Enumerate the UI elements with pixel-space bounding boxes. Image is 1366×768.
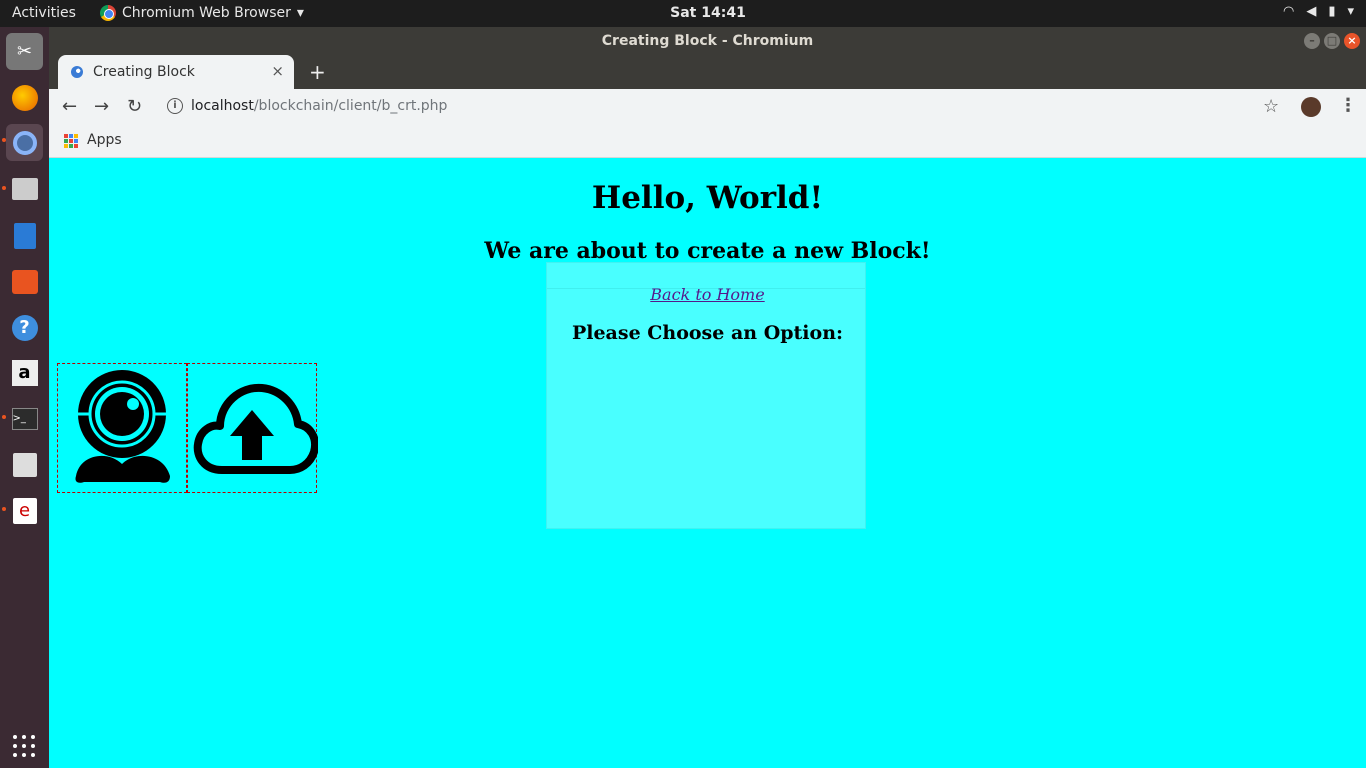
clock[interactable]: Sat 14:41 [0,5,1366,21]
new-tab-button[interactable]: + [309,60,326,84]
back-to-home-link[interactable]: Back to Home [650,285,764,304]
show-applications-button[interactable] [13,735,35,757]
favicon-icon [71,66,83,78]
more-menu-icon[interactable]: ⋮ [1339,95,1357,116]
tab-strip: Creating Block × + [49,55,1366,89]
dock-chromium[interactable] [6,124,43,161]
dock-writer[interactable] [6,217,43,254]
volume-icon: ◀ [1306,4,1317,19]
bookmarks-bar: Apps [49,125,1366,158]
software-bag-icon [11,269,38,294]
dock-firefox[interactable] [6,79,43,116]
dock-text-editor[interactable] [6,446,43,483]
url-host: localhost [191,98,254,114]
apps-grid-icon[interactable] [64,134,78,148]
reload-icon[interactable]: ↻ [127,96,142,117]
page-heading: Hello, World! [591,180,824,216]
page-subheading: We are about to create a new Block! [484,238,931,264]
profile-avatar[interactable] [1301,97,1321,117]
upload-option-button[interactable] [187,363,318,493]
help-icon: ? [11,314,38,341]
address-bar[interactable]: i localhost/blockchain/client/b_crt.php [159,92,1256,122]
wifi-icon: ◠ [1282,4,1295,19]
dock-screenshot-tool[interactable]: ✂ [6,33,43,70]
apps-bookmark[interactable]: Apps [87,132,122,148]
document-icon [13,222,36,249]
document-viewer-icon: e [12,497,37,524]
dock-terminal[interactable]: >_ [6,400,43,437]
maximize-button[interactable]: □ [1324,33,1340,49]
cloud-upload-icon [193,383,318,474]
close-tab-icon[interactable]: × [271,62,284,80]
dock-amazon[interactable]: a [6,354,43,391]
minimize-button[interactable]: – [1304,33,1320,49]
dock-files[interactable] [6,170,43,207]
back-arrow-icon[interactable]: ← [62,96,77,117]
amazon-icon: a [11,359,38,386]
close-window-button[interactable]: × [1344,33,1360,49]
battery-icon: ▮ [1328,4,1336,19]
option-prompt: Please Choose an Option: [571,322,844,344]
bookmark-star-icon[interactable]: ☆ [1263,96,1279,117]
window-titlebar[interactable]: Creating Block - Chromium – □ × [49,27,1366,55]
window-title: Creating Block - Chromium [601,33,814,49]
page-content: Hello, World! We are about to create a n… [49,158,1366,768]
tab-title: Creating Block [93,64,195,80]
terminal-icon: >_ [11,407,38,430]
webcam-option-button[interactable] [57,363,187,493]
site-info-icon[interactable]: i [167,98,183,114]
dock-help[interactable]: ? [6,309,43,346]
dock-software[interactable] [6,263,43,300]
chromium-icon [12,130,37,155]
webcam-icon [75,370,170,483]
system-top-bar: Activities Chromium Web Browser ▾ Sat 14… [0,0,1366,27]
url-path: /blockchain/client/b_crt.php [253,98,448,114]
files-icon [11,177,38,200]
forward-arrow-icon[interactable]: → [94,96,109,117]
firefox-icon [11,84,38,111]
tab-creating-block[interactable]: Creating Block × [58,55,294,89]
system-tray[interactable]: ◠ ◀ ▮ ▾ [1283,4,1354,19]
dock: ✂ ? a >_ e [0,27,49,768]
text-editor-icon [12,452,37,477]
chevron-down-icon: ▾ [1347,4,1354,19]
browser-toolbar: ← → ↻ i localhost/blockchain/client/b_cr… [49,89,1366,125]
screenshot-icon: ✂ [16,41,33,62]
url-text[interactable]: localhost/blockchain/client/b_crt.php [191,98,447,114]
dock-document-viewer[interactable]: e [6,492,43,529]
